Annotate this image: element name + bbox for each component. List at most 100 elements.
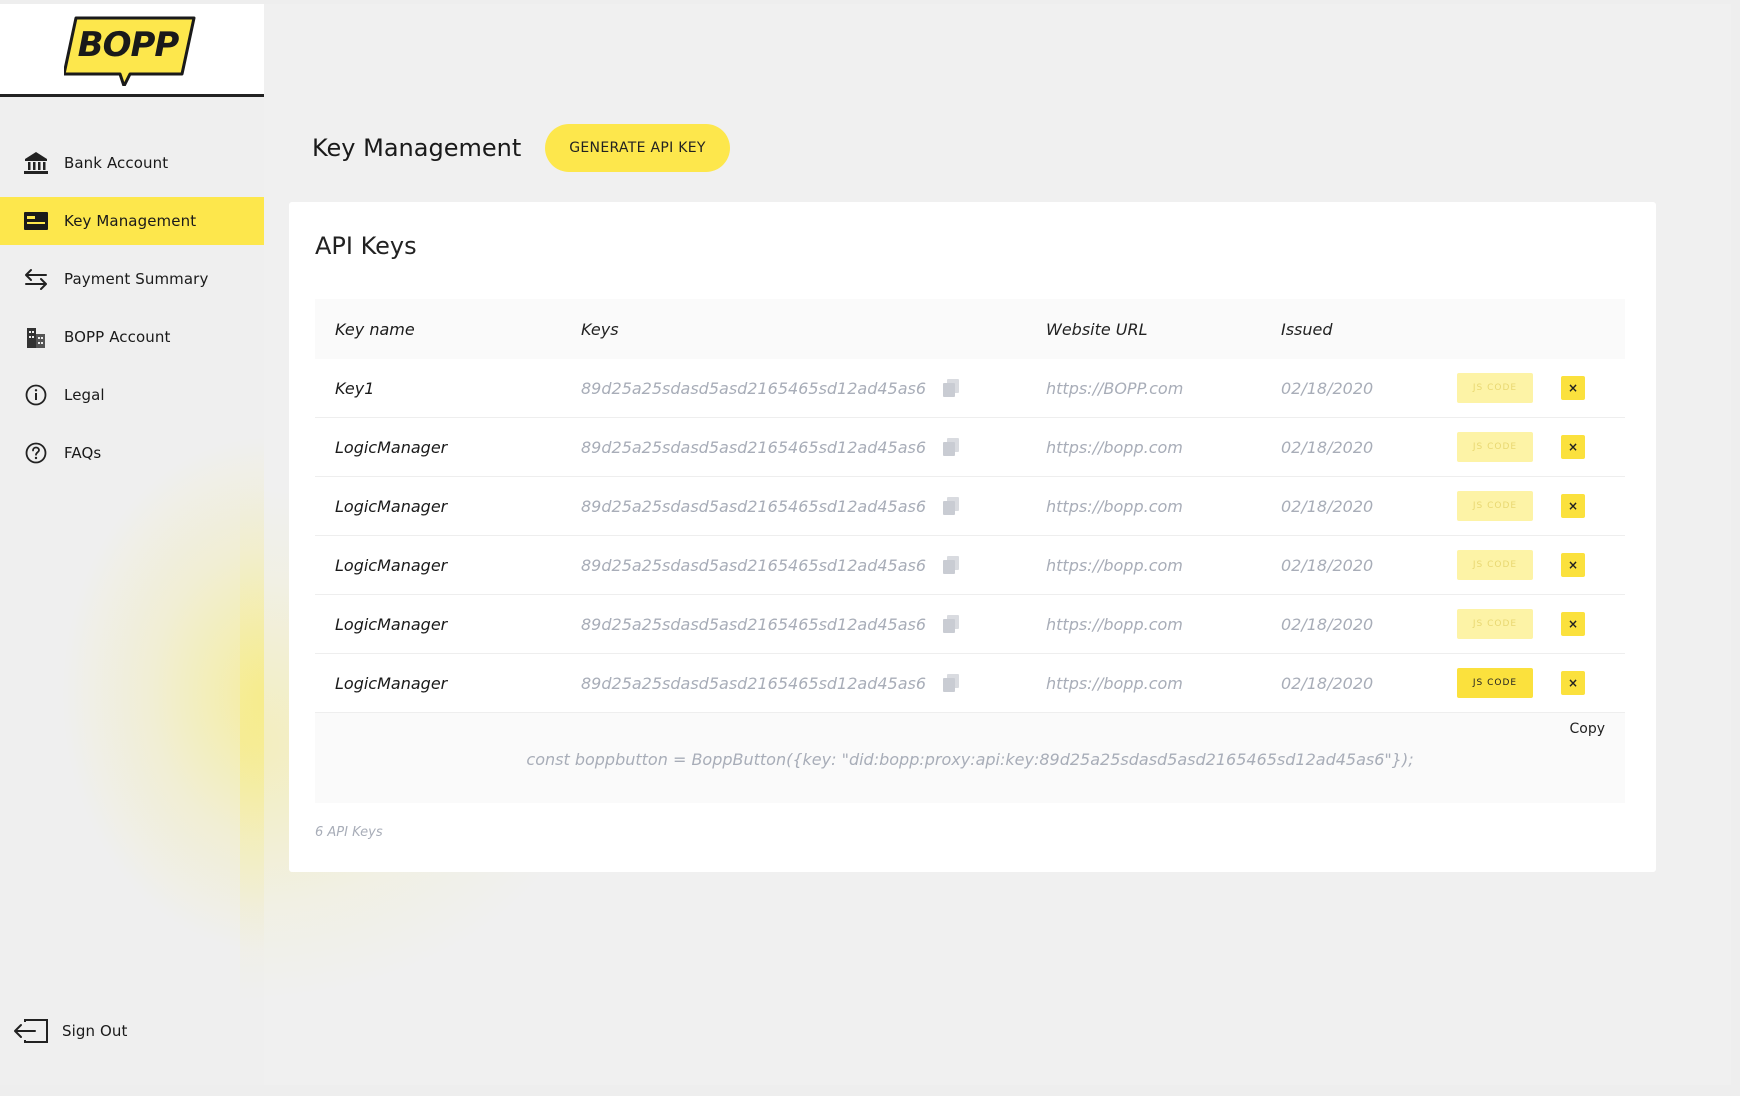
sidebar-item-key-management[interactable]: Key Management [0, 197, 264, 245]
delete-key-button[interactable]: × [1561, 553, 1585, 577]
info-icon [22, 381, 50, 409]
js-code-button[interactable]: JS CODE [1457, 491, 1533, 521]
key-value[interactable]: 89d25a25sdasd5asd2165465sd12ad45as6 [581, 438, 926, 457]
website-url-cell: https://bopp.com [1046, 437, 1183, 457]
copy-icon[interactable] [942, 378, 960, 398]
card-icon [22, 207, 50, 235]
key-value[interactable]: 89d25a25sdasd5asd2165465sd12ad45as6 [581, 556, 926, 575]
sidebar-item-bank-account[interactable]: Bank Account [0, 139, 264, 187]
key-value[interactable]: 89d25a25sdasd5asd2165465sd12ad45as6 [581, 674, 926, 693]
key-value-cell: 89d25a25sdasd5asd2165465sd12ad45as6 [581, 614, 1046, 634]
sidebar-nav: Bank Account Key Management Payment Summ… [0, 139, 264, 487]
website-url-cell: https://bopp.com [1046, 614, 1183, 634]
website-url-cell: https://BOPP.com [1046, 378, 1184, 398]
table-row: Key1 89d25a25sdasd5asd2165465sd12ad45as6… [315, 359, 1625, 418]
issued-date-cell: 02/18/2020 [1281, 673, 1374, 693]
key-value[interactable]: 89d25a25sdasd5asd2165465sd12ad45as6 [581, 379, 926, 398]
table-body: Key1 89d25a25sdasd5asd2165465sd12ad45as6… [315, 359, 1625, 713]
copy-icon[interactable] [942, 614, 960, 634]
delete-key-button[interactable]: × [1561, 671, 1585, 695]
sidebar-glow [60, 434, 264, 954]
key-value-cell: 89d25a25sdasd5asd2165465sd12ad45as6 [581, 673, 1046, 693]
js-code-panel: Copy const boppbutton = BoppButton({key:… [315, 713, 1625, 803]
key-value[interactable]: 89d25a25sdasd5asd2165465sd12ad45as6 [581, 615, 926, 634]
row-actions: JS CODE × [1457, 432, 1625, 462]
key-name-cell: Key1 [335, 378, 375, 398]
table-row: LogicManager 89d25a25sdasd5asd2165465sd1… [315, 536, 1625, 595]
bopp-logo[interactable]: BOPP [64, 16, 196, 86]
column-header-keys: Keys [581, 319, 619, 339]
copy-code-button[interactable]: Copy [1569, 721, 1605, 737]
key-name-cell: LogicManager [335, 614, 448, 634]
row-actions: JS CODE × [1457, 609, 1625, 639]
delete-key-button[interactable]: × [1561, 494, 1585, 518]
row-actions: JS CODE × [1457, 491, 1625, 521]
issued-date-cell: 02/18/2020 [1281, 614, 1374, 634]
js-code-button[interactable]: JS CODE [1457, 668, 1533, 698]
table-row: LogicManager 89d25a25sdasd5asd2165465sd1… [315, 477, 1625, 536]
website-url-cell: https://bopp.com [1046, 673, 1183, 693]
issued-date-cell: 02/18/2020 [1281, 555, 1374, 575]
sidebar-item-faqs[interactable]: FAQs [0, 429, 264, 477]
website-url-cell: https://bopp.com [1046, 496, 1183, 516]
row-actions: JS CODE × [1457, 550, 1625, 580]
js-code-button[interactable]: JS CODE [1457, 550, 1533, 580]
sidebar-item-label: Bank Account [64, 154, 169, 172]
copy-icon[interactable] [942, 555, 960, 575]
key-name-cell: LogicManager [335, 673, 448, 693]
sidebar-item-label: Legal [64, 386, 105, 404]
js-code-button[interactable]: JS CODE [1457, 373, 1533, 403]
sidebar-item-label: BOPP Account [64, 328, 171, 346]
logo-text: BOPP [78, 25, 180, 65]
question-icon [22, 439, 50, 467]
sidebar-item-bopp-account[interactable]: BOPP Account [0, 313, 264, 361]
delete-key-button[interactable]: × [1561, 435, 1585, 459]
key-name-cell: LogicManager [335, 437, 448, 457]
key-value-cell: 89d25a25sdasd5asd2165465sd12ad45as6 [581, 378, 1046, 398]
sidebar-item-legal[interactable]: Legal [0, 371, 264, 419]
sidebar: BOPP Bank Account Key Management Payment… [0, 4, 264, 1085]
copy-icon[interactable] [942, 673, 960, 693]
card-title: API Keys [315, 232, 417, 260]
key-value-cell: 89d25a25sdasd5asd2165465sd12ad45as6 [581, 555, 1046, 575]
js-code-button[interactable]: JS CODE [1457, 432, 1533, 462]
app-window: BOPP Bank Account Key Management Payment… [0, 4, 1731, 1085]
sign-out-icon [12, 1017, 50, 1045]
issued-date-cell: 02/18/2020 [1281, 437, 1374, 457]
row-actions: JS CODE × [1457, 373, 1625, 403]
issued-date-cell: 02/18/2020 [1281, 378, 1374, 398]
table-row: LogicManager 89d25a25sdasd5asd2165465sd1… [315, 595, 1625, 654]
table-row: LogicManager 89d25a25sdasd5asd2165465sd1… [315, 654, 1625, 713]
copy-icon[interactable] [942, 437, 960, 457]
key-name-cell: LogicManager [335, 496, 448, 516]
sidebar-item-label: FAQs [64, 444, 102, 462]
page-header: Key Management GENERATE API KEY [312, 122, 730, 174]
column-header-website-url: Website URL [1046, 319, 1148, 339]
table-row: LogicManager 89d25a25sdasd5asd2165465sd1… [315, 418, 1625, 477]
key-value[interactable]: 89d25a25sdasd5asd2165465sd12ad45as6 [581, 497, 926, 516]
building-icon [22, 323, 50, 351]
transfer-arrows-icon [22, 265, 50, 293]
generate-api-key-button[interactable]: GENERATE API KEY [545, 124, 730, 172]
key-value-cell: 89d25a25sdasd5asd2165465sd12ad45as6 [581, 496, 1046, 516]
column-header-issued: Issued [1281, 319, 1333, 339]
copy-icon[interactable] [942, 496, 960, 516]
sidebar-item-label: Key Management [64, 212, 197, 230]
key-name-cell: LogicManager [335, 555, 448, 575]
js-code-button[interactable]: JS CODE [1457, 609, 1533, 639]
sidebar-item-label: Payment Summary [64, 270, 209, 288]
key-value-cell: 89d25a25sdasd5asd2165465sd12ad45as6 [581, 437, 1046, 457]
api-keys-table: Key name Keys Website URL Issued Key1 89… [315, 299, 1625, 803]
sign-out-label: Sign Out [62, 1022, 128, 1040]
delete-key-button[interactable]: × [1561, 612, 1585, 636]
sign-out-button[interactable]: Sign Out [12, 1014, 127, 1048]
issued-date-cell: 02/18/2020 [1281, 496, 1374, 516]
sidebar-item-payment-summary[interactable]: Payment Summary [0, 255, 264, 303]
page-title: Key Management [312, 134, 522, 162]
api-key-count: 6 API Keys [315, 825, 383, 840]
js-code-snippet[interactable]: const boppbutton = BoppButton({key: "did… [315, 750, 1625, 769]
column-header-key-name: Key name [335, 319, 415, 339]
delete-key-button[interactable]: × [1561, 376, 1585, 400]
table-header: Key name Keys Website URL Issued [315, 299, 1625, 359]
row-actions: JS CODE × [1457, 668, 1625, 698]
